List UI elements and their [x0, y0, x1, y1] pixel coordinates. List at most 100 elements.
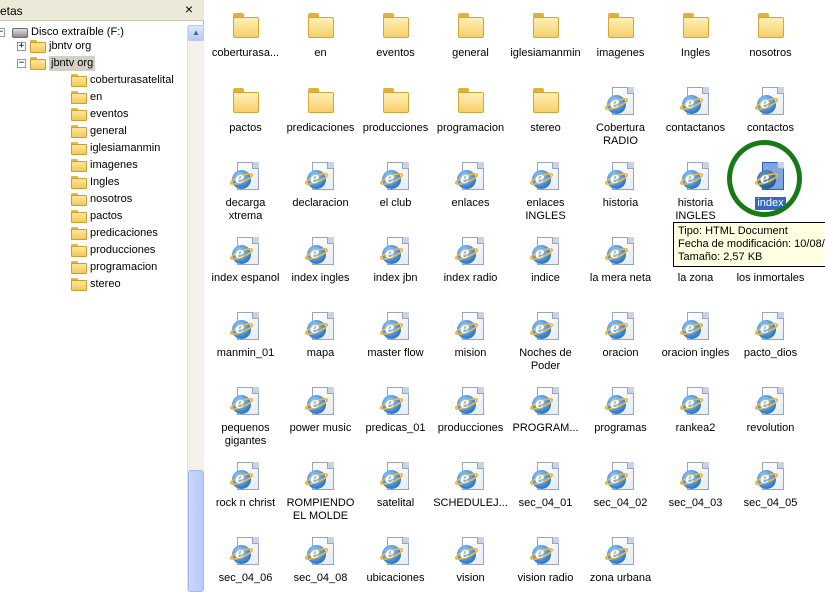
tree-item[interactable]: Ingles [0, 175, 187, 191]
tree-item-label: stereo [90, 278, 121, 290]
html-file-item[interactable]: e el club [358, 160, 433, 230]
tree-item[interactable]: pactos [0, 209, 187, 225]
folder-item[interactable]: nosotros [733, 10, 808, 80]
html-file-item[interactable]: e power music [283, 385, 358, 455]
html-file-item[interactable]: e ubicaciones [358, 535, 433, 592]
tree-scrollbar[interactable]: ▲ [187, 25, 204, 592]
tree-item-label: pactos [90, 210, 123, 222]
html-file-item[interactable]: e pacto_dios [733, 310, 808, 380]
html-file-item[interactable]: e oracion [583, 310, 658, 380]
html-file-item[interactable]: e declaracion [283, 160, 358, 230]
folder-item[interactable]: stereo [508, 85, 583, 155]
html-file-item[interactable]: e sec_04_08 [283, 535, 358, 592]
tree-item[interactable]: imagenes [0, 158, 187, 174]
scroll-up-button[interactable]: ▲ [188, 25, 204, 41]
html-file-item[interactable]: e vision [433, 535, 508, 592]
html-file-item[interactable]: e PROGRAM... [508, 385, 583, 455]
folder-item[interactable]: Ingles [658, 10, 733, 80]
tree-item[interactable]: general [0, 124, 187, 140]
folder-item[interactable]: iglesiamanmin [508, 10, 583, 80]
html-file-item[interactable]: e predicas_01 [358, 385, 433, 455]
folder-icon [379, 85, 411, 117]
html-file-item[interactable]: e sec_04_05 [733, 460, 808, 530]
html-file-item[interactable]: e enlaces [433, 160, 508, 230]
html-file-item[interactable]: e Noches de Poder [508, 310, 583, 380]
folder-item[interactable]: predicaciones [283, 85, 358, 155]
html-document-icon: e [303, 160, 336, 192]
html-file-item[interactable]: e sec_04_03 [658, 460, 733, 530]
html-file-item[interactable]: e producciones [433, 385, 508, 455]
folder-item[interactable]: pactos [208, 85, 283, 155]
collapse-icon[interactable]: − [0, 28, 5, 37]
html-file-item[interactable]: e historia [583, 160, 658, 230]
tree-item[interactable]: eventos [0, 107, 187, 123]
tree-item[interactable]: iglesiamanmin [0, 141, 187, 157]
html-file-item[interactable]: e decarga xtrema [208, 160, 283, 230]
html-file-item[interactable]: e oracion ingles [658, 310, 733, 380]
folder-icon [71, 176, 87, 189]
html-file-item[interactable]: e rankea2 [658, 385, 733, 455]
html-file-item[interactable]: e Cobertura RADIO [583, 85, 658, 155]
html-file-item[interactable]: e index jbn [358, 235, 433, 305]
folder-item[interactable]: programacion [433, 85, 508, 155]
folder-item[interactable]: producciones [358, 85, 433, 155]
html-file-item[interactable]: e index espanol [208, 235, 283, 305]
tree-item[interactable]: + jbntv org [0, 39, 187, 55]
close-pane-button[interactable]: × [181, 1, 197, 17]
html-file-item[interactable]: e la mera neta [583, 235, 658, 305]
html-file-item[interactable]: e sec_04_02 [583, 460, 658, 530]
html-document-icon: e [528, 235, 561, 267]
folder-item[interactable]: coberturasa... [208, 10, 283, 80]
html-file-item[interactable]: e historia INGLES [658, 160, 733, 230]
tree-item[interactable]: coberturasatelital [0, 73, 187, 89]
html-document-icon: e [453, 310, 486, 342]
html-file-item[interactable]: e sec_04_01 [508, 460, 583, 530]
folder-item[interactable]: general [433, 10, 508, 80]
html-file-item[interactable]: e indice [508, 235, 583, 305]
tree-item[interactable]: producciones [0, 243, 187, 259]
html-file-item[interactable]: e rock n christ [208, 460, 283, 530]
folder-icon [71, 142, 87, 155]
tree-item[interactable]: predicaciones [0, 226, 187, 242]
folder-item[interactable]: eventos [358, 10, 433, 80]
html-file-item[interactable]: e mision [433, 310, 508, 380]
html-file-item[interactable]: e revolution [733, 385, 808, 455]
item-label: master flow [367, 347, 424, 359]
html-file-item[interactable]: e SCHEDULEJ... [433, 460, 508, 530]
html-file-item[interactable]: e mapa [283, 310, 358, 380]
html-file-item[interactable]: e master flow [358, 310, 433, 380]
item-label: oracion [602, 347, 639, 359]
tree-item[interactable]: − jbntv org [0, 56, 187, 72]
folder-item[interactable]: imagenes [583, 10, 658, 80]
html-file-item[interactable]: e ROMPIENDO EL MOLDE [283, 460, 358, 530]
html-file-item[interactable]: e enlaces INGLES [508, 160, 583, 230]
item-label: pactos [229, 122, 262, 134]
tree-item[interactable]: nosotros [0, 192, 187, 208]
tree-item[interactable]: programacion [0, 260, 187, 276]
html-file-item[interactable]: e zona urbana [583, 535, 658, 592]
html-file-item[interactable]: e pequenos gigantes [208, 385, 283, 455]
html-document-icon: e [453, 235, 486, 267]
html-file-item[interactable]: e vision radio [508, 535, 583, 592]
item-label: los inmortales [736, 272, 805, 284]
html-file-item[interactable]: e manmin_01 [208, 310, 283, 380]
html-file-item[interactable]: e programas [583, 385, 658, 455]
item-label: predicaciones [286, 122, 355, 134]
item-label: sec_04_06 [218, 572, 273, 584]
drive-icon [12, 28, 28, 38]
html-document-icon: e [228, 310, 261, 342]
html-file-item[interactable]: e index ingles [283, 235, 358, 305]
tree-item[interactable]: en [0, 90, 187, 106]
expand-icon[interactable]: + [17, 42, 26, 51]
html-file-item[interactable]: e sec_04_06 [208, 535, 283, 592]
html-file-item[interactable]: e contactanos [658, 85, 733, 155]
html-file-item[interactable]: e index radio [433, 235, 508, 305]
item-label: rock n christ [215, 497, 276, 509]
tree-item[interactable]: stereo [0, 277, 187, 293]
scroll-thumb[interactable] [188, 470, 204, 592]
html-file-item[interactable]: e satelital [358, 460, 433, 530]
collapse-icon[interactable]: − [17, 59, 26, 68]
folder-item[interactable]: en [283, 10, 358, 80]
item-label: satelital [376, 497, 415, 509]
html-document-icon: e [603, 385, 636, 417]
